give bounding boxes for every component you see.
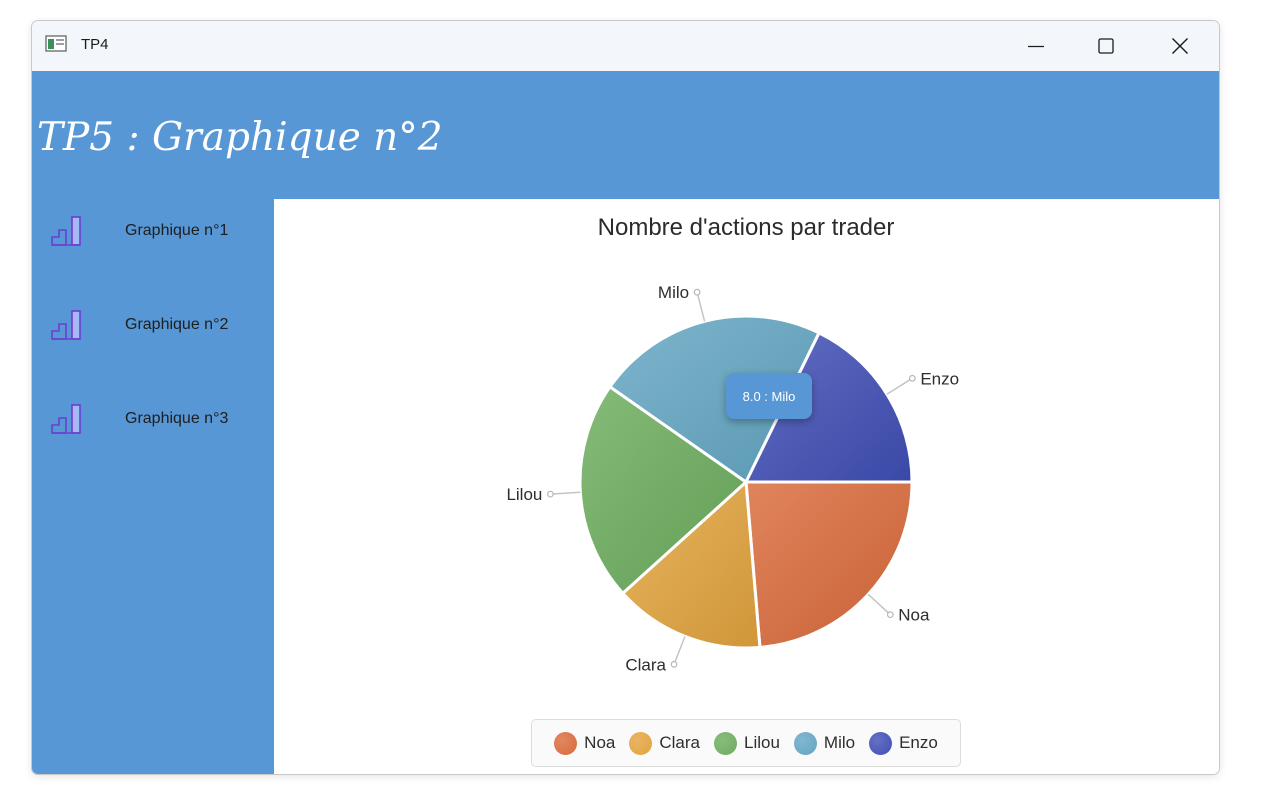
sidebar-item-graphique-3[interactable]: Graphique n°3 (32, 391, 274, 447)
slice-label-milo: Milo (658, 283, 689, 302)
sidebar-item-graphique-2[interactable]: Graphique n°2 (32, 297, 274, 353)
legend-item-clara: Clara (629, 731, 700, 755)
legend-label: Lilou (743, 733, 780, 752)
legend-label: Enzo (899, 733, 938, 752)
bar-chart-icon (51, 216, 81, 246)
sidebar-item-label: Graphique n°2 (125, 316, 229, 333)
app-window-icon (45, 35, 67, 52)
legend-item-milo: Milo (793, 731, 856, 755)
slice-label-lilou: Lilou (506, 485, 542, 504)
legend-swatch (793, 731, 817, 755)
label-leader-line (867, 593, 891, 616)
slice-tooltip: 8.0 : Milo (726, 373, 812, 419)
label-leader-line (550, 491, 581, 495)
legend-swatch (713, 731, 737, 755)
minimize-icon (1028, 45, 1044, 48)
title-bar: TP4 (32, 21, 1219, 71)
legend-item-noa: Noa (554, 731, 616, 755)
legend-label: Noa (584, 733, 616, 752)
slice-label-clara: Clara (625, 655, 666, 674)
sidebar-item-graphique-1[interactable]: Graphique n°1 (32, 203, 274, 259)
app-window: TP4 TP5 : Graphique n°2 Graphique n°1 Gr… (31, 20, 1220, 775)
bar-chart-icon (51, 404, 81, 434)
sidebar: Graphique n°1 Graphique n°2 Graphique n°… (32, 199, 274, 774)
label-leader-line (696, 292, 706, 322)
sidebar-item-label: Graphique n°3 (125, 410, 229, 427)
pie-slice-noa[interactable] (744, 480, 914, 650)
label-leader-dot (908, 374, 916, 382)
close-button[interactable] (1157, 26, 1203, 66)
legend-swatch (629, 731, 653, 755)
label-leader-line (673, 636, 686, 665)
page-title: TP5 : Graphique n°2 (37, 115, 443, 160)
legend-label: Milo (823, 733, 856, 752)
legend-item-enzo: Enzo (869, 731, 938, 755)
maximize-button[interactable] (1083, 26, 1129, 66)
chart-title: Nombre d'actions par trader (598, 214, 895, 241)
slice-label-noa: Noa (898, 606, 930, 625)
pie-chart: Nombre d'actions par trader Noa Clara Lilo… (506, 214, 959, 674)
chart-panel: Nombre d'actions par trader Noa Clara Lilo… (274, 199, 1219, 774)
label-leader-dot (886, 611, 894, 619)
legend-label: Clara (659, 733, 700, 752)
minimize-button[interactable] (1013, 26, 1059, 66)
bar-chart-icon (51, 310, 81, 340)
label-leader-line (886, 377, 913, 395)
label-leader-dot (693, 288, 701, 296)
legend-swatch (554, 731, 578, 755)
close-icon (1172, 38, 1188, 54)
window-title: TP4 (81, 36, 109, 53)
app-header: TP5 : Graphique n°2 (32, 71, 1219, 199)
slice-label-enzo: Enzo (920, 369, 959, 388)
sidebar-item-label: Graphique n°1 (125, 222, 229, 239)
label-leader-dot (546, 490, 554, 498)
label-leader-dot (670, 660, 678, 668)
chart-legend: Noa Clara Lilou Milo Enzo (531, 719, 961, 767)
legend-swatch (869, 731, 893, 755)
maximize-icon (1098, 38, 1114, 54)
legend-item-lilou: Lilou (713, 731, 780, 755)
